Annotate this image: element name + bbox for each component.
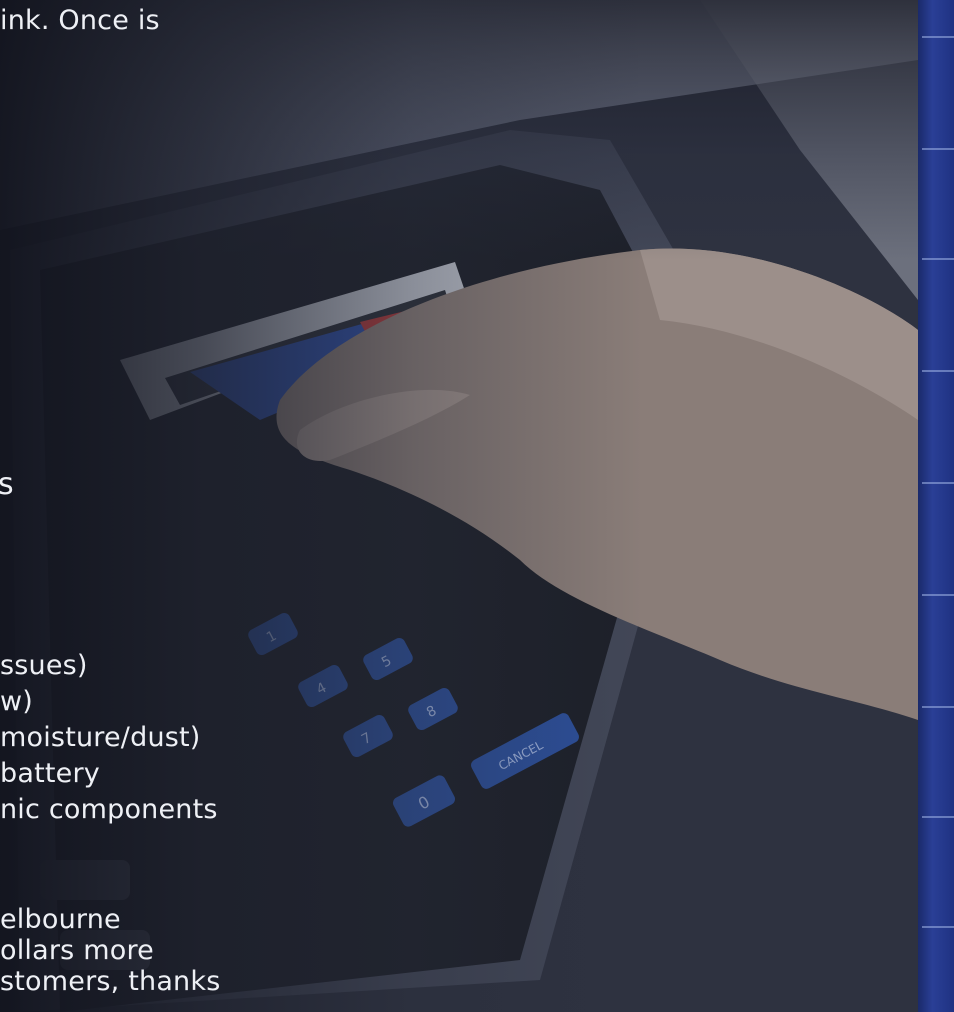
edge-tick (922, 594, 954, 596)
heading-fragment: s (0, 467, 14, 502)
edge-tick (922, 926, 954, 928)
list-item: nic components (0, 794, 218, 825)
edge-tick (922, 148, 954, 150)
atm-illustration: 1 4 5 7 8 0 CANCEL (0, 0, 918, 1012)
list-item: ssues) (0, 650, 88, 681)
body-paragraph: elbourne ollars more stomers, thanks (0, 904, 220, 997)
intro-text-fragment: ink. Once is (0, 5, 160, 36)
atm-side-button (40, 860, 130, 900)
right-edge-strip (918, 0, 954, 1012)
edge-tick (922, 816, 954, 818)
list-item: battery (0, 758, 100, 789)
list-item: moisture/dust) (0, 722, 201, 753)
paragraph-line: elbourne (0, 904, 121, 935)
paragraph-line: stomers, thanks (0, 966, 221, 997)
cause-list: ssues) w) moisture/dust) battery nic com… (0, 651, 218, 831)
page: 1 4 5 7 8 0 CANCEL ink. Once is s ssues)… (0, 0, 954, 1012)
edge-tick (922, 706, 954, 708)
edge-tick (922, 482, 954, 484)
edge-tick (922, 258, 954, 260)
edge-tick (922, 36, 954, 38)
edge-tick (922, 370, 954, 372)
list-item: w) (0, 686, 34, 717)
atm-background-photo: 1 4 5 7 8 0 CANCEL (0, 0, 918, 1012)
paragraph-line: ollars more (0, 935, 154, 966)
